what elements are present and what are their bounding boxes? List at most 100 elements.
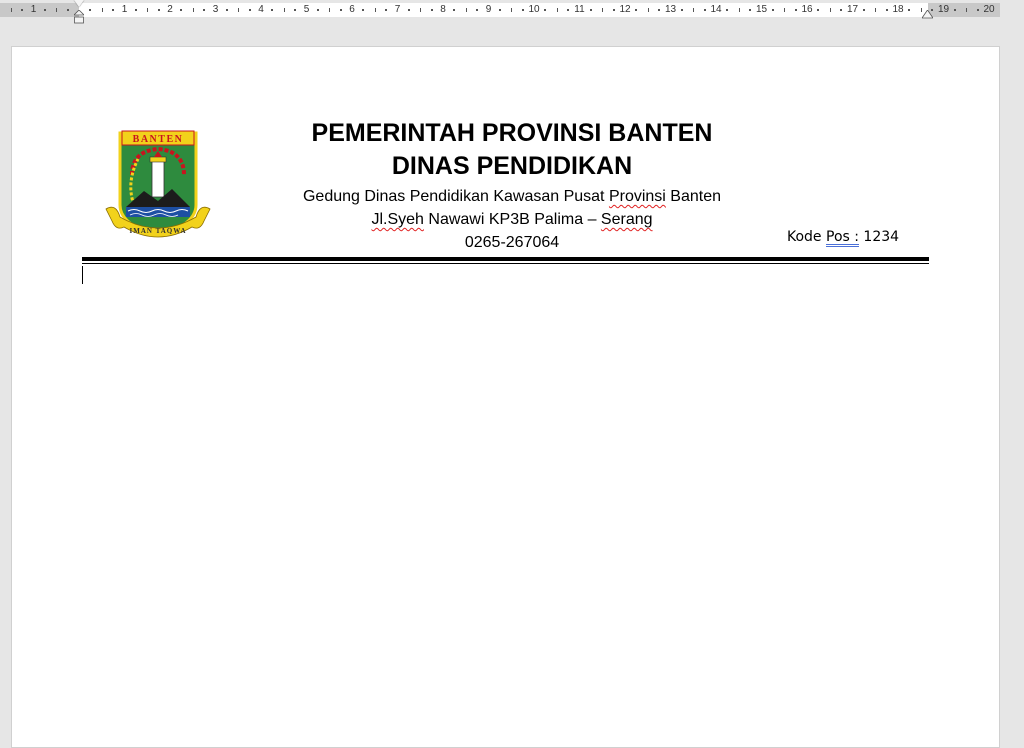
ruler-dot (180, 9, 183, 11)
ruler-dot (407, 9, 410, 11)
ruler-tick (602, 8, 604, 12)
ruler-tick (829, 8, 831, 12)
letterhead-divider-thick (82, 257, 929, 261)
ruler-dot (21, 9, 24, 11)
ruler-dot (680, 9, 683, 11)
address-line-street: Jl.Syeh Nawawi KP3B Palima – Serang (212, 209, 812, 231)
ruler-number: 16 (801, 4, 813, 15)
ruler-dot (612, 9, 615, 11)
postal-code-label: Kode (787, 229, 826, 245)
ruler-number: 4 (258, 4, 264, 15)
ruler-number: 6 (349, 4, 355, 15)
ruler-number: 20 (983, 4, 995, 15)
ruler-dot (203, 9, 206, 11)
ruler-number: 17 (846, 4, 859, 15)
ruler-dot (953, 9, 956, 11)
ruler-dot (498, 9, 501, 11)
address-street-mid: Nawawi KP3B Palima – (423, 211, 601, 228)
ruler-tick (465, 8, 467, 12)
ruler-dot (885, 9, 888, 11)
ruler-dot (66, 9, 69, 11)
ruler-tick (647, 8, 649, 12)
logo-ribbon-text: IMAN TAQWA (130, 227, 187, 235)
ruler-dot (908, 9, 911, 11)
ruler-number: 14 (710, 4, 722, 15)
ruler-tick (192, 8, 194, 12)
ruler-dot (316, 9, 319, 11)
ruler-dot (658, 9, 661, 11)
ruler-dot (271, 9, 274, 11)
ruler-number: 3 (212, 4, 219, 15)
ruler-tick (329, 8, 331, 12)
phone-number: 0265-267064 (464, 234, 560, 251)
banten-province-logo: BANTEN IMAN TAQWA (105, 130, 211, 238)
ruler-tick (374, 8, 376, 12)
ruler-dot (339, 9, 342, 11)
ruler-number: 1 (30, 4, 37, 15)
ruler-number: 12 (619, 4, 631, 15)
ruler-dot (89, 9, 92, 11)
ruler-dot (544, 9, 547, 11)
right-indent-marker[interactable] (922, 10, 933, 20)
document-page[interactable]: BANTEN IMAN TAQWA PEMERINTAH PROVINSI BA… (11, 46, 1000, 748)
ruler-number: 19 (937, 4, 950, 15)
ruler-tick (693, 8, 695, 12)
ruler-tick (420, 8, 422, 12)
grammar-flag-pos[interactable]: Pos : (826, 229, 859, 245)
ruler-tick (56, 8, 58, 12)
ruler-dot (248, 9, 251, 11)
ruler-dot (567, 9, 570, 11)
ruler-tick (784, 8, 786, 12)
ruler-number: 11 (574, 4, 585, 15)
ruler-dot (749, 9, 752, 11)
ruler-dot (294, 9, 297, 11)
ruler-dot (817, 9, 820, 11)
postal-code-value: 1234 (858, 229, 900, 245)
ruler-tick (101, 8, 103, 12)
ruler-number: 10 (528, 4, 540, 15)
ruler-tick (738, 8, 740, 12)
ruler-number: 1 (121, 4, 128, 15)
spellcheck-flag-provinsi[interactable]: Provinsi (609, 188, 666, 205)
logo-banner-text: BANTEN (133, 134, 184, 145)
address-building-prefix: Gedung Dinas Pendidikan Kawasan Pusat (302, 188, 609, 205)
ruler-dot (43, 9, 46, 11)
address-line-building: Gedung Dinas Pendidikan Kawasan Pusat Pr… (212, 186, 812, 208)
first-line-indent-marker[interactable] (74, 0, 84, 7)
spellcheck-flag-city[interactable]: Serang (601, 211, 653, 228)
letterhead-title-government: PEMERINTAH PROVINSI BANTEN (311, 119, 713, 147)
letterhead-divider-thin (82, 263, 929, 264)
ruler-number: 15 (755, 4, 768, 15)
ruler-dot (726, 9, 729, 11)
letterhead-title-department: DINAS PENDIDIKAN (391, 152, 633, 180)
ruler-dot (453, 9, 456, 11)
ruler-tick (511, 8, 513, 12)
ruler-dot (862, 9, 865, 11)
ruler-tick (283, 8, 285, 12)
horizontal-ruler[interactable]: 1 1 2 3 4 5 6 7 8 9 10 11 12 13 14 15 16 17 18 19 20 (0, 0, 1024, 24)
ruler-dot (589, 9, 592, 11)
ruler-number: 18 (892, 4, 904, 15)
ruler-number: 2 (167, 4, 173, 15)
ruler-number: 7 (394, 4, 401, 15)
text-cursor (82, 266, 83, 284)
ruler-number: 9 (485, 4, 492, 15)
ruler-dot (430, 9, 433, 11)
ruler-dot (976, 9, 979, 11)
ruler-tick (875, 8, 877, 12)
spellcheck-flag-street[interactable]: Jl.Syeh (371, 211, 423, 228)
ruler-number: 13 (664, 4, 677, 15)
ruler-dot (521, 9, 524, 11)
ruler-tick (10, 8, 12, 12)
ruler-tick (966, 8, 968, 12)
ruler-tick (238, 8, 240, 12)
ruler-dot (385, 9, 388, 11)
address-building-suffix: Banten (665, 188, 722, 205)
ruler-dot (635, 9, 638, 11)
left-indent-marker[interactable] (74, 10, 84, 24)
ruler-dot (840, 9, 843, 11)
ruler-dot (134, 9, 137, 11)
ruler-dot (476, 9, 479, 11)
ruler-dot (362, 9, 365, 11)
ruler-dot (157, 9, 160, 11)
